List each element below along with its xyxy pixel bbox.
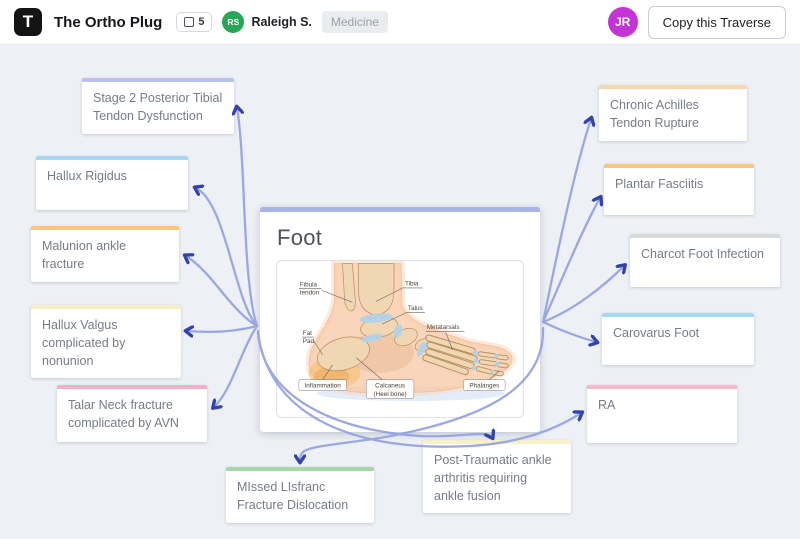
foot-anatomy-illustration: Fibula tendon Tibia Talus Metatarsals Fa… xyxy=(276,260,524,418)
node-charcot-foot[interactable]: Charcot Foot Infection xyxy=(630,234,780,287)
header: T The Ortho Plug 5 RS Raleigh S. Medicin… xyxy=(0,0,800,45)
node-stage2-pttd[interactable]: Stage 2 Posterior Tibial Tendon Dysfunct… xyxy=(82,78,234,134)
node-count-value: 5 xyxy=(198,16,204,28)
node-label: MIssed LIsfranc Fracture Dislocation xyxy=(237,479,363,515)
label-fat-pad-2: Pad xyxy=(303,338,315,345)
category-tag: Medicine xyxy=(322,11,388,33)
page-title: The Ortho Plug xyxy=(54,14,162,31)
node-count-badge: 5 xyxy=(176,12,212,32)
node-label: RA xyxy=(598,397,726,415)
label-inflammation: Inflammation xyxy=(305,383,342,390)
node-missed-lisfranc[interactable]: MIssed LIsfranc Fracture Dislocation xyxy=(226,467,374,523)
foot-card-title: Foot xyxy=(277,225,523,251)
node-hallux-rigidus[interactable]: Hallux Rigidus xyxy=(36,156,188,210)
label-fat-pad: Fat xyxy=(303,330,312,337)
label-calcaneus: Calcaneus xyxy=(375,383,405,390)
node-plantar-fasciitis[interactable]: Plantar Fasciitis xyxy=(604,164,754,215)
node-carovarus-foot[interactable]: Carovarus Foot xyxy=(602,313,754,365)
node-ra[interactable]: RA xyxy=(587,385,737,443)
app-window: T The Ortho Plug 5 RS Raleigh S. Medicin… xyxy=(0,0,800,539)
label-phalanges: Phalanges xyxy=(469,383,499,390)
node-label: Plantar Fasciitis xyxy=(615,176,743,194)
label-talus: Talus xyxy=(408,305,423,312)
app-logo-letter: T xyxy=(23,12,33,32)
node-label: Carovarus Foot xyxy=(613,325,743,343)
traverse-count-icon xyxy=(184,17,194,27)
label-tibia: Tibia xyxy=(405,280,419,287)
node-hallux-valgus[interactable]: Hallux Valgus complicated by nonunion xyxy=(31,305,181,378)
node-label: Charcot Foot Infection xyxy=(641,246,769,264)
node-label: Post-Traumatic ankle arthritis requiring… xyxy=(434,452,560,505)
author-avatar: RS xyxy=(222,11,244,33)
node-post-traumatic[interactable]: Post-Traumatic ankle arthritis requiring… xyxy=(423,440,571,513)
node-chronic-achilles[interactable]: Chronic Achilles Tendon Rupture xyxy=(599,85,747,141)
foot-anatomy-svg: Fibula tendon Tibia Talus Metatarsals Fa… xyxy=(277,261,523,417)
label-calcaneus-2: (Heel bone) xyxy=(374,391,407,398)
node-label: Chronic Achilles Tendon Rupture xyxy=(610,97,736,133)
copy-traverse-button[interactable]: Copy this Traverse xyxy=(648,6,786,39)
label-fibula: Fibula xyxy=(300,281,318,288)
author-name: Raleigh S. xyxy=(251,15,311,29)
node-label: Stage 2 Posterior Tibial Tendon Dysfunct… xyxy=(93,90,223,126)
user-avatar[interactable]: JR xyxy=(608,7,638,37)
label-fibula-2: tendon xyxy=(300,289,320,296)
node-label: Hallux Valgus complicated by nonunion xyxy=(42,317,170,370)
node-label: Hallux Rigidus xyxy=(47,168,177,186)
node-malunion-ankle[interactable]: Malunion ankle fracture xyxy=(31,226,179,282)
label-metatarsals: Metatarsals xyxy=(427,324,460,331)
node-label: Talar Neck fracture complicated by AVN xyxy=(68,397,196,433)
app-logo[interactable]: T xyxy=(14,8,42,36)
node-talar-neck[interactable]: Talar Neck fracture complicated by AVN xyxy=(57,385,207,442)
node-foot[interactable]: Foot xyxy=(260,207,540,432)
tibia-bone xyxy=(358,264,394,316)
node-label: Malunion ankle fracture xyxy=(42,238,168,274)
